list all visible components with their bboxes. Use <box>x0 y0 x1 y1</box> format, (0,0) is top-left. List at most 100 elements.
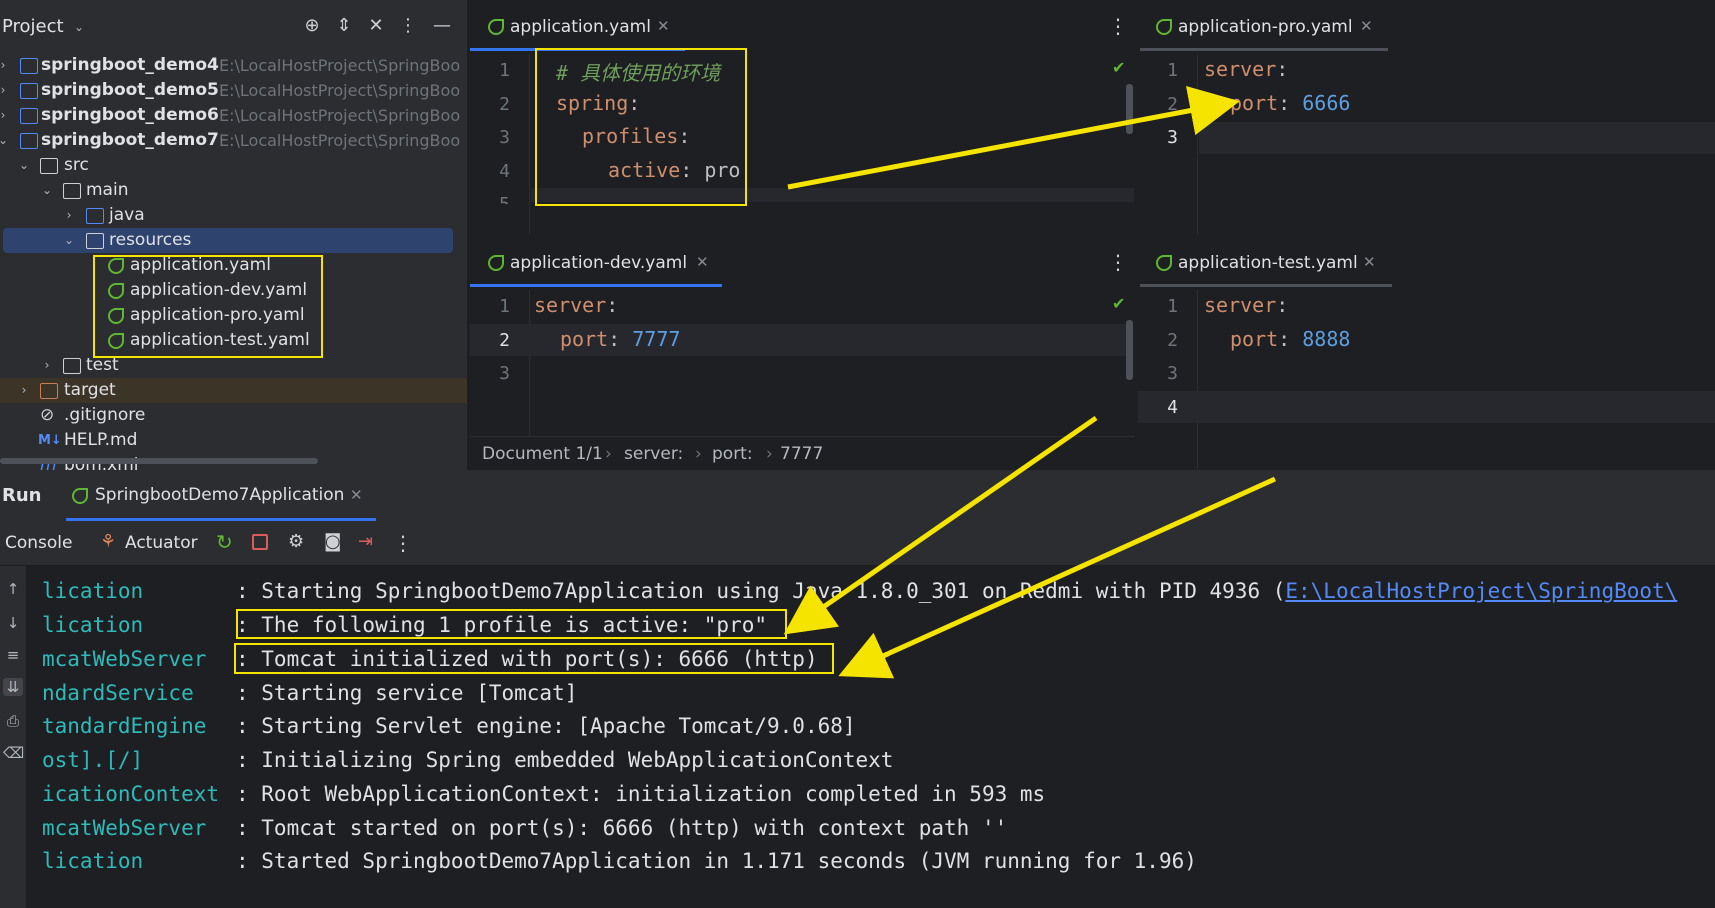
vertical-scrollbar[interactable] <box>1126 320 1133 380</box>
tree-item-gitignore[interactable]: ⊘ .gitignore <box>0 403 467 428</box>
close-tab-icon[interactable]: ✕ <box>1363 253 1376 271</box>
code-line[interactable]: server: <box>1204 57 1288 81</box>
stop-icon[interactable] <box>252 534 268 550</box>
spring-leaf-icon <box>72 488 88 504</box>
chevron-right-icon[interactable]: › <box>0 53 10 78</box>
folder-icon <box>40 158 58 174</box>
markdown-icon: M↓ <box>38 433 62 448</box>
yaml-colon: : <box>1276 57 1289 81</box>
tree-label: resources <box>109 230 192 250</box>
code-line[interactable]: server: <box>534 293 618 317</box>
close-tab-icon[interactable]: ✕ <box>350 486 363 504</box>
line-number: 3 <box>499 363 510 384</box>
more-options-icon[interactable]: ⋮ <box>393 531 413 555</box>
rerun-icon[interactable]: ↻ <box>216 530 233 554</box>
yaml-key: port <box>1230 91 1279 115</box>
console-output[interactable]: lication : Starting SpringbootDemo7Appli… <box>0 566 1715 908</box>
chevron-down-icon[interactable]: ⌄ <box>74 20 84 34</box>
tab-run-configuration[interactable]: SpringbootDemo7Application <box>95 485 344 505</box>
highlight-box <box>236 609 787 639</box>
tree-item-help[interactable]: M↓ HELP.md <box>0 428 467 453</box>
close-tab-icon[interactable]: ✕ <box>1360 17 1373 35</box>
code-line[interactable]: port: 7777 <box>560 327 680 351</box>
hide-panel-icon[interactable]: — <box>430 14 454 38</box>
more-options-icon[interactable]: ⋮ <box>1108 14 1128 38</box>
tab-console[interactable]: Console <box>5 533 73 553</box>
yaml-colon: : <box>1276 293 1289 317</box>
tree-item-java[interactable]: › java <box>0 203 467 228</box>
print-icon[interactable]: ⎙ <box>3 712 23 730</box>
chevron-right-icon[interactable]: › <box>0 103 10 128</box>
chevron-right-icon[interactable]: › <box>0 78 10 103</box>
spring-leaf-icon <box>1156 19 1172 35</box>
camera-icon[interactable]: ◙ <box>324 531 341 552</box>
tree-item-module[interactable]: › springboot_demo6 E:\LocalHostProject\S… <box>0 103 467 128</box>
chevron-right-icon[interactable]: › <box>62 203 76 228</box>
active-tab-indicator <box>470 284 722 287</box>
tree-item-module[interactable]: › springboot_demo4 E:\LocalHostProject\S… <box>0 53 467 78</box>
chevron-down-icon[interactable]: ⌄ <box>0 128 10 153</box>
more-options-icon[interactable]: ⋮ <box>396 14 420 38</box>
module-path: E:\LocalHostProject\SpringBoo <box>219 106 461 125</box>
highlight-box <box>234 643 834 674</box>
debug-icon[interactable]: ⚙ <box>288 531 304 552</box>
chevron-down-icon[interactable]: ⌄ <box>17 153 31 178</box>
tree-item-main[interactable]: ⌄ main <box>0 178 467 203</box>
tab-application-dev-yaml[interactable]: application-dev.yaml <box>510 253 687 273</box>
yaml-key: port <box>560 327 609 351</box>
line-number: 3 <box>499 127 510 148</box>
log-source: ndardService <box>42 681 194 705</box>
tab-application-pro-yaml[interactable]: application-pro.yaml <box>1178 17 1353 37</box>
scroll-up-icon[interactable]: ↑ <box>3 580 23 598</box>
chevron-right-icon[interactable]: › <box>17 378 31 403</box>
editor-tab-bar: application.yaml ✕ ⋮ <box>470 0 1134 54</box>
yaml-key: server <box>1204 57 1277 81</box>
chevron-down-icon[interactable]: ⌄ <box>40 178 54 203</box>
trash-icon[interactable]: ⌫ <box>3 744 24 762</box>
tree-item-test[interactable]: › test <box>0 353 467 378</box>
breadcrumb-item[interactable]: port: <box>712 437 753 470</box>
code-line[interactable]: port: 6666 <box>1230 91 1350 115</box>
line-number: 3 <box>1167 363 1178 384</box>
console-side-toolbar: ↑ ↓ ≡ ⇊ ⎙ ⌫ <box>0 566 26 908</box>
yaml-key: server <box>534 293 607 317</box>
close-tab-icon[interactable]: ✕ <box>657 17 670 35</box>
vertical-scrollbar[interactable] <box>1126 84 1133 134</box>
scroll-down-icon[interactable]: ↓ <box>3 614 23 632</box>
more-options-icon[interactable]: ⋮ <box>1108 250 1128 274</box>
chevron-down-icon[interactable]: ⌄ <box>62 228 76 253</box>
scroll-to-end-icon[interactable]: ⇊ <box>3 678 23 696</box>
tree-item-resources[interactable]: ⌄ resources <box>3 228 453 253</box>
tab-application-yaml[interactable]: application.yaml <box>510 17 651 37</box>
line-number: 4 <box>499 161 510 182</box>
actuator-icon: ⚘ <box>100 531 117 552</box>
log-link[interactable]: E:\LocalHostProject\SpringBoot\ <box>1285 579 1677 603</box>
tab-actuator[interactable]: Actuator <box>125 533 198 553</box>
tree-item-module[interactable]: › springboot_demo5 E:\LocalHostProject\S… <box>0 78 467 103</box>
tree-item-src[interactable]: ⌄ src <box>0 153 467 178</box>
tree-item-module[interactable]: ⌄ springboot_demo7 E:\LocalHostProject\S… <box>0 128 467 153</box>
highlight-box <box>535 48 747 206</box>
breadcrumb-item[interactable]: server: <box>624 437 683 470</box>
collapse-icon[interactable]: ✕ <box>364 14 388 38</box>
code-line[interactable]: port: 8888 <box>1230 327 1350 351</box>
chevron-right-icon[interactable]: › <box>40 353 54 378</box>
soft-wrap-icon[interactable]: ≡ <box>3 646 23 664</box>
tree-item-target[interactable]: › target <box>0 378 467 403</box>
tab-application-test-yaml[interactable]: application-test.yaml <box>1178 253 1358 273</box>
breadcrumb-item[interactable]: Document 1/1 <box>482 437 603 470</box>
yaml-number: 8888 <box>1302 327 1351 351</box>
code-line[interactable]: server: <box>1204 293 1288 317</box>
exit-icon[interactable]: ⇥ <box>358 531 373 552</box>
horizontal-scrollbar[interactable] <box>0 458 318 464</box>
locate-icon[interactable]: ⊕ <box>300 14 324 38</box>
close-tab-icon[interactable]: ✕ <box>696 253 709 271</box>
module-path: E:\LocalHostProject\SpringBoo <box>219 131 461 150</box>
expand-icon[interactable]: ⇕ <box>332 14 356 38</box>
project-title[interactable]: Project <box>2 16 64 37</box>
line-number: 2 <box>499 330 510 351</box>
log-text: : Starting SpringbootDemo7Application us… <box>236 579 1286 603</box>
editor-application-yaml: application.yaml ✕ ⋮ 1 2 3 4 5 # 具体使用的环境… <box>470 0 1134 235</box>
project-header: Project ⌄ ⊕ ⇕ ✕ ⋮ — <box>0 0 467 52</box>
breadcrumb-item[interactable]: 7777 <box>780 437 823 470</box>
